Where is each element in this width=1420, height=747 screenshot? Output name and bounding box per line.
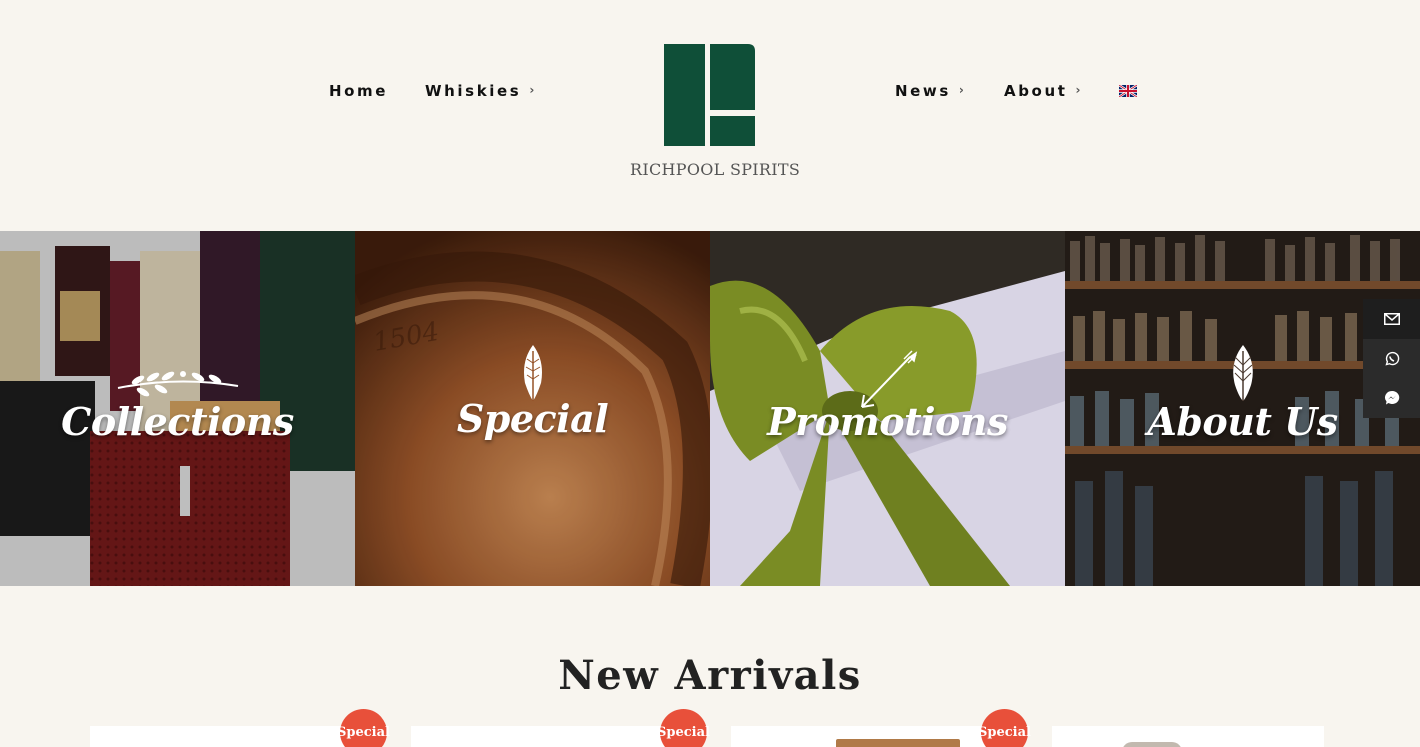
product-card[interactable] — [731, 726, 1003, 747]
nav-news[interactable]: News › — [895, 82, 964, 100]
nav-about-label: About — [1004, 82, 1068, 100]
nav-home[interactable]: Home — [329, 82, 388, 100]
special-badge: Special — [978, 709, 1031, 747]
tile-promotions-label: Promotions — [767, 399, 1008, 444]
nav-whiskies-label: Whiskies — [425, 82, 522, 100]
tile-special[interactable]: 1504 Special — [355, 231, 710, 586]
uk-flag-icon[interactable] — [1119, 85, 1137, 97]
logo-mark-icon — [664, 44, 755, 146]
category-tiles: Collections 1504 Special — [0, 231, 1420, 586]
nav-whiskies[interactable]: Whiskies › — [425, 82, 534, 100]
chevron-right-icon: › — [1075, 83, 1081, 97]
tile-promotions[interactable]: Promotions — [710, 231, 1065, 586]
whatsapp-button[interactable] — [1363, 339, 1420, 379]
product-image — [1122, 742, 1182, 747]
nav-home-label: Home — [329, 82, 389, 100]
special-badge: Special — [337, 709, 390, 747]
site-header: Home Whiskies › RICHPOOL SPIRITS News › Ab… — [0, 0, 1420, 231]
nav-about[interactable]: About › — [1004, 82, 1080, 100]
chevron-right-icon: › — [529, 83, 535, 97]
tile-collections[interactable]: Collections — [0, 231, 355, 586]
product-card[interactable] — [90, 726, 362, 747]
chevron-right-icon: › — [958, 83, 964, 97]
email-button[interactable] — [1363, 299, 1420, 339]
tile-special-label: Special — [456, 396, 609, 441]
new-arrivals-heading: New Arrivals — [558, 652, 862, 699]
brand-logo[interactable]: RICHPOOL SPIRITS — [630, 44, 801, 184]
product-card[interactable] — [411, 726, 683, 747]
contact-bar — [1363, 299, 1420, 418]
messenger-button[interactable] — [1363, 378, 1420, 418]
messenger-icon — [1384, 391, 1399, 405]
leaf-icon — [1232, 345, 1253, 401]
product-image — [836, 739, 960, 747]
brand-name: RICHPOOL SPIRITS — [630, 160, 801, 179]
whatsapp-icon — [1384, 351, 1399, 366]
laurel-branch-icon — [117, 371, 238, 397]
feather-icon — [523, 345, 542, 401]
product-card[interactable] — [1052, 726, 1324, 747]
nav-news-label: News — [895, 82, 951, 100]
envelope-icon — [1383, 312, 1400, 325]
tile-collections-label: Collections — [61, 399, 294, 444]
special-badge: Special — [657, 709, 710, 747]
